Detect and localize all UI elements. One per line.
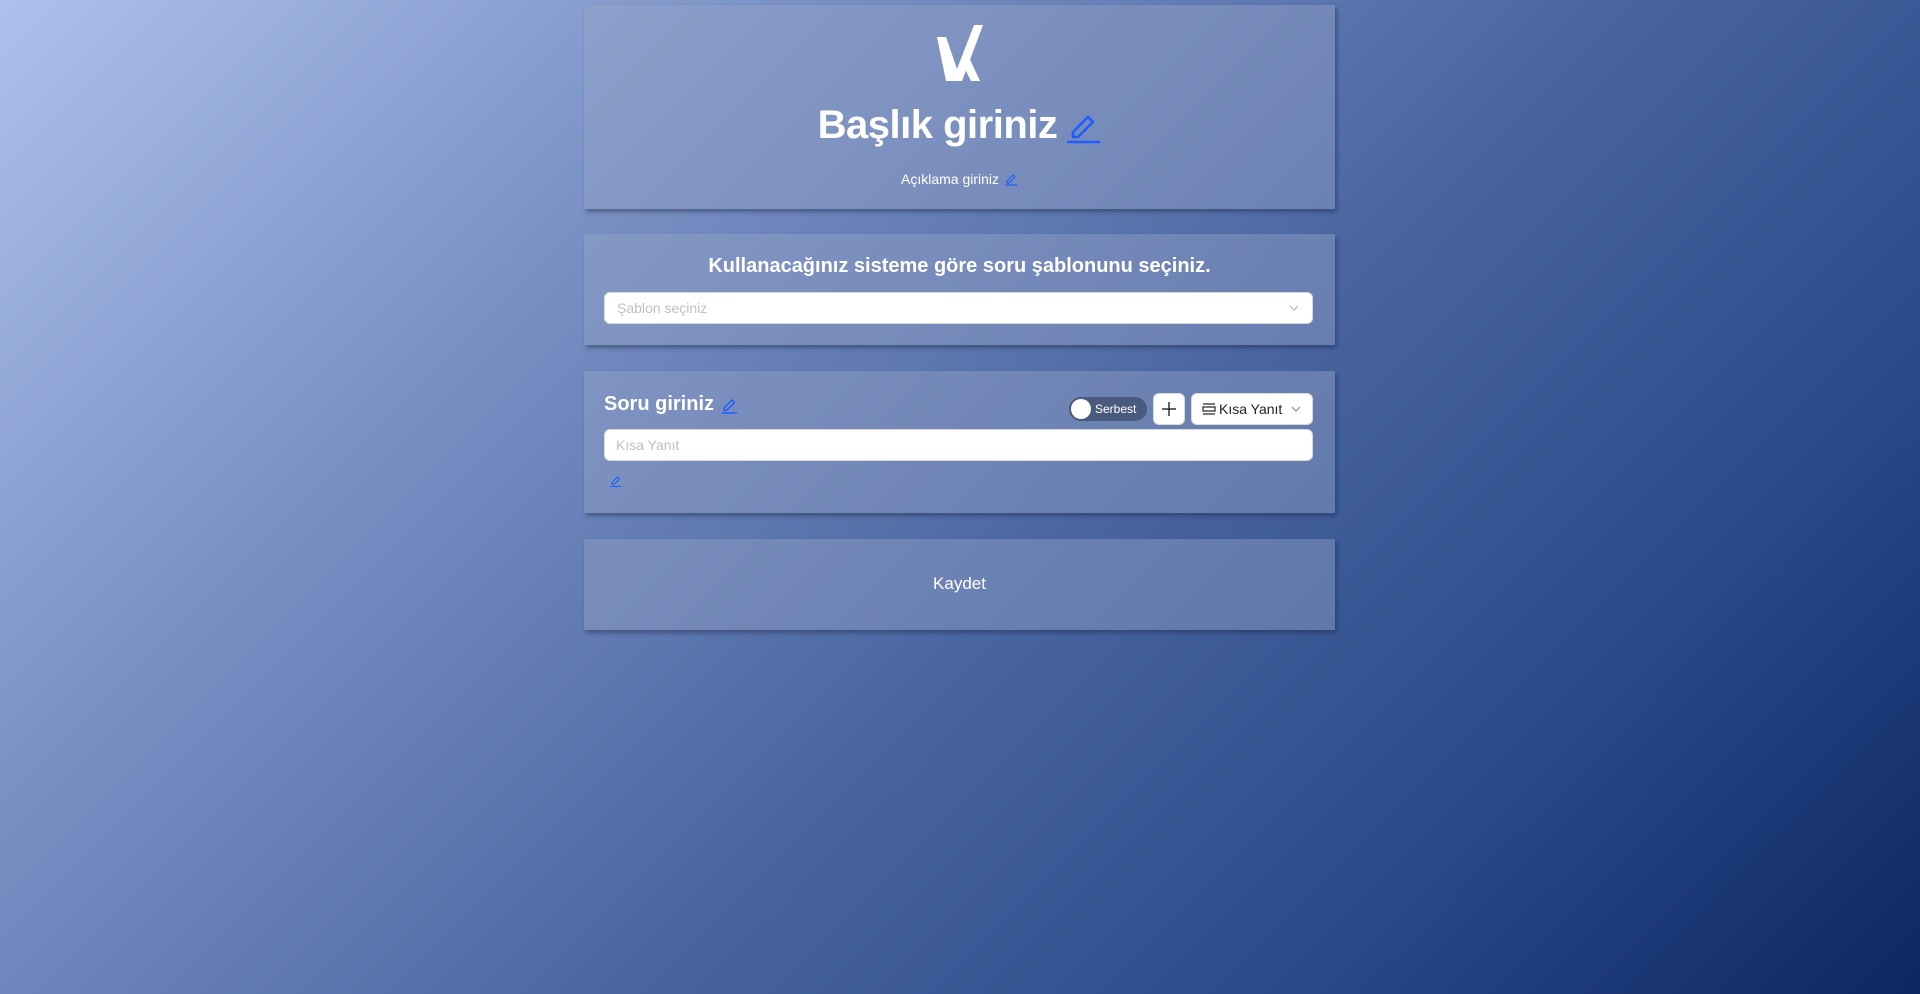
save-label: Kaydet [933,574,986,593]
plus-icon [1162,402,1176,416]
description-row: Açıklama giriniz [584,171,1335,187]
form-title[interactable]: Başlık giriniz [818,103,1058,148]
question-controls: Serbest Kısa Yanıt [1069,393,1313,425]
save-button[interactable]: Kaydet [584,539,1335,630]
toggle-label: Serbest [1095,402,1137,416]
question-type-label: Kısa Yanıt [1219,401,1283,417]
question-title[interactable]: Soru giriniz [604,393,714,416]
template-card: Kullanacağınız sisteme göre soru şablonu… [584,234,1335,345]
free-toggle[interactable]: Serbest [1069,397,1147,421]
question-card: Soru giriniz Serbest Kısa Yanıt [584,371,1335,513]
toggle-knob [1071,399,1091,419]
short-answer-icon [1202,403,1216,415]
description-pencil-icon[interactable] [1004,172,1018,186]
question-type-select[interactable]: Kısa Yanıt [1191,393,1313,425]
short-answer-input[interactable] [604,429,1313,461]
chevron-down-icon [1291,406,1301,412]
form-description[interactable]: Açıklama giriniz [901,171,999,187]
template-select[interactable]: Şablon seçiniz [604,292,1313,324]
header-card: Başlık giriniz Açıklama giriniz [584,5,1335,209]
question-title-row: Soru giriniz [604,393,738,416]
template-heading: Kullanacağınız sisteme göre soru şablonu… [708,255,1211,277]
chevron-down-icon [1288,302,1300,314]
check-x-logo-icon [937,25,983,81]
template-select-placeholder: Şablon seçiniz [617,300,708,316]
title-row: Başlık giriniz [584,103,1335,148]
question-pencil-icon[interactable] [720,396,738,414]
answer-pencil-icon[interactable] [609,474,622,487]
title-pencil-icon[interactable] [1065,108,1101,144]
add-question-button[interactable] [1153,393,1185,425]
